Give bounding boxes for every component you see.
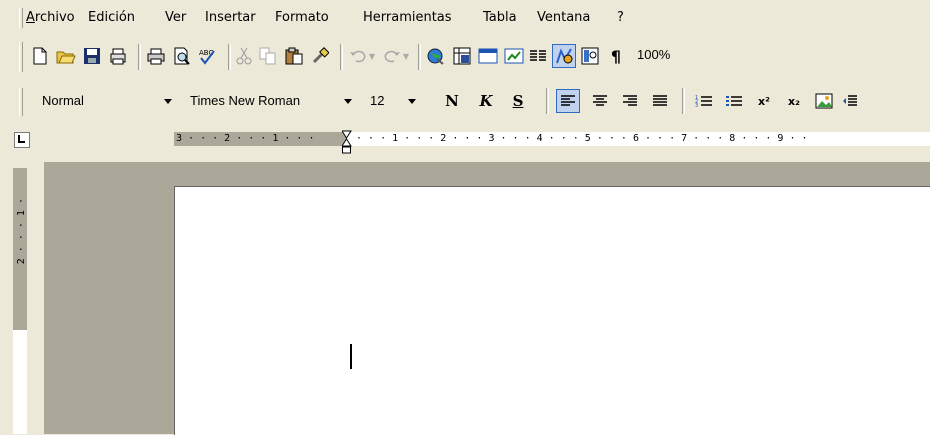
font-dropdown-arrow[interactable] xyxy=(340,89,356,113)
font-select[interactable]: Times New Roman xyxy=(184,89,344,113)
menu-edicion[interactable]: Edición xyxy=(88,10,135,26)
menubar-grip[interactable] xyxy=(19,8,23,28)
style-value: Normal xyxy=(42,93,84,108)
separator xyxy=(340,44,343,70)
superscript-button[interactable]: x² xyxy=(752,89,776,113)
tables-borders-icon[interactable] xyxy=(450,44,474,68)
undo-dropdown[interactable]: ▼ xyxy=(366,44,378,68)
document-map-icon[interactable] xyxy=(578,44,602,68)
style-dropdown-arrow[interactable] xyxy=(160,89,176,113)
bold-label: N xyxy=(445,92,459,110)
indent-marker-icon[interactable] xyxy=(341,130,352,164)
italic-label: K xyxy=(479,92,493,110)
spelling-icon[interactable]: ABC xyxy=(196,44,220,68)
print-icon[interactable] xyxy=(144,44,168,68)
separator xyxy=(546,88,549,114)
cut-icon[interactable] xyxy=(232,44,256,68)
bullets-icon[interactable] xyxy=(722,89,746,113)
svg-text:3: 3 xyxy=(695,103,698,108)
bold-button[interactable]: N xyxy=(440,89,464,113)
menu-formato[interactable]: Formato xyxy=(275,10,329,26)
size-dropdown-arrow[interactable] xyxy=(404,89,420,113)
subscript-button[interactable]: x₂ xyxy=(782,89,806,113)
menu-help[interactable]: ? xyxy=(617,10,624,26)
underline-button[interactable]: S xyxy=(506,89,530,113)
separator xyxy=(138,44,141,70)
text-cursor xyxy=(350,344,352,369)
underline-label: S xyxy=(512,92,524,110)
ruler-labels-left: 3 · · · 2 · · · 1 · · · xyxy=(176,133,315,144)
paste-icon[interactable] xyxy=(282,44,306,68)
vertical-ruler-labels: 2 · · · 1 · xyxy=(16,198,27,265)
standard-toolbar: ABC ▼ ▼ ¶ 100% xyxy=(0,36,930,80)
separator xyxy=(682,88,685,114)
zoom-value: 100% xyxy=(637,47,671,62)
save-icon[interactable] xyxy=(80,44,104,68)
horizontal-ruler-row: 3 · · · 2 · · · 1 · · · · · · 1 · · · 2 … xyxy=(0,122,930,162)
font-value: Times New Roman xyxy=(190,93,301,108)
justify-icon[interactable] xyxy=(648,89,672,113)
formatting-toolbar: Normal Times New Roman 12 N K S 123 x² x… xyxy=(0,82,930,122)
align-center-icon[interactable] xyxy=(588,89,612,113)
menu-ver[interactable]: Ver xyxy=(165,10,186,26)
menu-bar: Archivo Edición Ver Insertar Formato Her… xyxy=(0,0,930,34)
italic-button[interactable]: K xyxy=(474,89,498,113)
redo-dropdown[interactable]: ▼ xyxy=(400,44,412,68)
toolbar-grip[interactable] xyxy=(19,42,23,72)
toolbar-grip[interactable] xyxy=(19,88,23,116)
menu-ventana[interactable]: Ventana xyxy=(537,10,590,26)
style-select[interactable]: Normal xyxy=(36,89,176,113)
numbering-icon[interactable]: 123 xyxy=(692,89,716,113)
print-preview-icon[interactable] xyxy=(170,44,194,68)
menu-insertar[interactable]: Insertar xyxy=(205,10,256,26)
ruler-labels-right: · · · 1 · · · 2 · · · 3 · · · 4 · · · 5 … xyxy=(356,133,808,144)
insert-table-icon[interactable] xyxy=(476,44,500,68)
menu-archivo-label: rchivo xyxy=(34,10,75,25)
document-page[interactable] xyxy=(174,186,930,435)
zoom-box[interactable]: 100% xyxy=(632,44,692,68)
superscript-label: x² xyxy=(758,94,770,108)
insert-picture-icon[interactable] xyxy=(812,89,836,113)
format-painter-icon[interactable] xyxy=(308,44,332,68)
columns-icon[interactable] xyxy=(526,44,550,68)
permission-icon[interactable] xyxy=(106,44,130,68)
subscript-label: x₂ xyxy=(788,94,800,108)
menu-herramientas[interactable]: Herramientas xyxy=(363,10,452,26)
show-formatting-icon[interactable]: ¶ xyxy=(604,44,628,68)
hyperlink-icon[interactable] xyxy=(424,44,448,68)
new-document-icon[interactable] xyxy=(28,44,52,68)
vertical-ruler: 2 · · · 1 · xyxy=(13,168,27,434)
separator xyxy=(418,44,421,70)
tab-selector[interactable] xyxy=(14,132,30,148)
align-right-icon[interactable] xyxy=(618,89,642,113)
menu-archivo[interactable]: Archivo xyxy=(26,10,75,26)
separator xyxy=(228,44,231,70)
decrease-indent-icon[interactable] xyxy=(838,89,862,113)
align-left-icon[interactable] xyxy=(556,89,580,113)
open-folder-icon[interactable] xyxy=(54,44,78,68)
menu-tabla[interactable]: Tabla xyxy=(483,10,517,26)
insert-excel-icon[interactable] xyxy=(502,44,526,68)
size-value: 12 xyxy=(370,93,385,108)
drawing-icon[interactable] xyxy=(552,44,576,68)
copy-icon[interactable] xyxy=(256,44,280,68)
